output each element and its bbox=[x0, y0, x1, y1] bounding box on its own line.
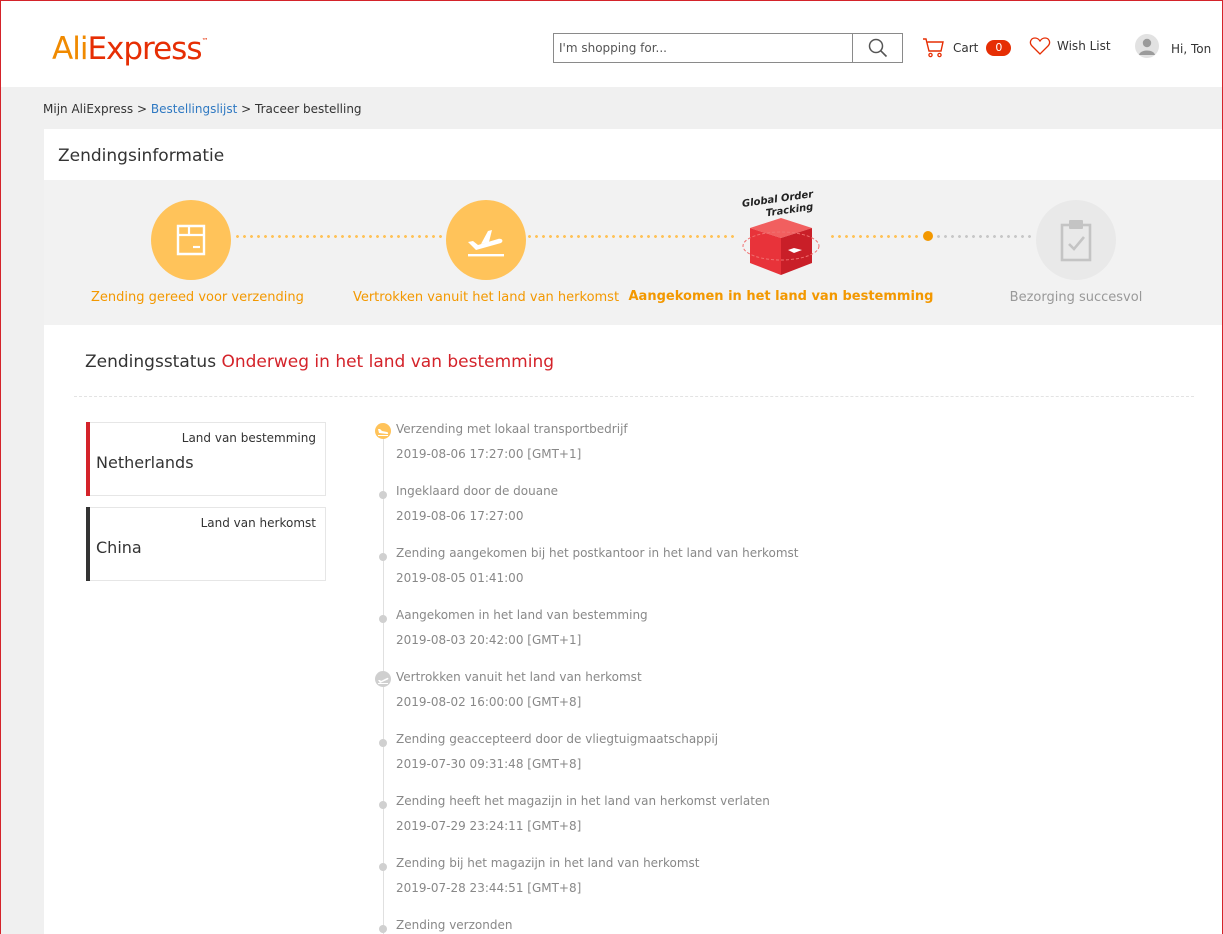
breadcrumb-separator: > bbox=[137, 102, 148, 116]
destination-country-card: Land van bestemming Netherlands bbox=[86, 422, 326, 496]
origin-caption: Land van herkomst bbox=[200, 516, 316, 530]
event-description: Aangekomen in het land van bestemming bbox=[396, 608, 648, 622]
avatar-icon bbox=[1135, 34, 1159, 58]
event-timestamp: 2019-08-05 01:41:00 bbox=[396, 571, 524, 585]
user-account[interactable]: Hi, Ton bbox=[1135, 34, 1211, 58]
wishlist-link[interactable]: Wish List bbox=[1029, 36, 1111, 56]
plane-takeoff-icon bbox=[375, 671, 391, 687]
panel-title: Zendingsinformatie bbox=[58, 146, 225, 166]
breadcrumb: Mijn AliExpress > Bestellingslijst > Tra… bbox=[43, 102, 362, 116]
shipment-panel: Zendingsinformatie Zending gereed voor v… bbox=[44, 129, 1222, 934]
event-timestamp: 2019-07-28 23:44:51 [GMT+8] bbox=[396, 881, 582, 895]
event-timestamp: 2019-08-06 17:27:00 bbox=[396, 509, 524, 523]
event-description: Zending aangekomen bij het postkantoor i… bbox=[396, 546, 799, 560]
search-bar bbox=[553, 33, 903, 63]
logo-ali-text: Ali bbox=[52, 31, 88, 67]
event-description: Vertrokken vanuit het land van herkomst bbox=[396, 670, 642, 684]
wishlist-label: Wish List bbox=[1057, 39, 1111, 53]
cart-label: Cart bbox=[953, 40, 979, 55]
step-1-label: Zending gereed voor verzending bbox=[91, 290, 304, 305]
progress-connector bbox=[234, 235, 446, 238]
divider bbox=[74, 396, 1194, 397]
event-timestamp: 2019-08-03 20:42:00 [GMT+1] bbox=[396, 633, 582, 647]
cart-count-badge: 0 bbox=[986, 39, 1012, 56]
shipment-status: Zendingsstatus Onderweg in het land van … bbox=[85, 352, 554, 372]
timeline-dot bbox=[379, 615, 387, 623]
search-button[interactable] bbox=[852, 34, 902, 62]
event-description: Zending bij het magazijn in het land van… bbox=[396, 856, 700, 870]
status-value: Onderweg in het land van bestemming bbox=[221, 352, 555, 372]
timeline-dot bbox=[379, 925, 387, 933]
trademark-mark: ™ bbox=[201, 37, 209, 45]
destination-caption: Land van bestemming bbox=[181, 431, 316, 445]
step-3-label: Aangekomen in het land van bestemming bbox=[628, 289, 934, 304]
step-2-label: Vertrokken vanuit het land van herkomst bbox=[352, 290, 620, 305]
global-order-tracking-icon: Global Order Tracking bbox=[736, 189, 826, 280]
step-2-circle bbox=[446, 200, 526, 280]
breadcrumb-root[interactable]: Mijn AliExpress bbox=[43, 102, 133, 116]
header: AliExpress™ Cart 0 Wish List H bbox=[1, 1, 1222, 87]
event-timestamp: 2019-07-30 09:31:48 [GMT+8] bbox=[396, 757, 582, 771]
breadcrumb-current: Traceer bestelling bbox=[255, 102, 362, 116]
current-position-dot bbox=[923, 231, 933, 241]
logo-express-text: Express bbox=[87, 31, 202, 67]
timeline-dot bbox=[379, 739, 387, 747]
plane-landing-icon bbox=[375, 423, 391, 439]
plane-departure-icon bbox=[468, 230, 504, 257]
package-icon bbox=[176, 224, 206, 256]
progress-connector-pending bbox=[935, 235, 1035, 238]
shipment-progress: Zending gereed voor verzending Vertrokke… bbox=[44, 180, 1222, 325]
aliexpress-logo[interactable]: AliExpress™ bbox=[52, 31, 209, 67]
timeline-dot bbox=[379, 801, 387, 809]
event-description: Zending heeft het magazijn in het land v… bbox=[396, 794, 770, 808]
event-timestamp: 2019-07-29 23:24:11 [GMT+8] bbox=[396, 819, 582, 833]
user-greeting: Hi, Ton bbox=[1171, 42, 1212, 56]
status-label: Zendingsstatus bbox=[85, 352, 217, 372]
origin-country: China bbox=[96, 538, 142, 557]
event-description: Zending verzonden bbox=[396, 918, 513, 932]
event-description: Zending geaccepteerd door de vliegtuigma… bbox=[396, 732, 719, 746]
breadcrumb-orders-link[interactable]: Bestellingslijst bbox=[151, 102, 237, 116]
clipboard-check-icon bbox=[1060, 220, 1092, 262]
search-input[interactable] bbox=[554, 34, 853, 62]
step-4-label: Bezorging succesvol bbox=[1009, 290, 1143, 305]
heart-icon bbox=[1029, 37, 1051, 55]
progress-connector bbox=[526, 235, 736, 238]
card-accent-bar bbox=[86, 507, 90, 581]
timeline-dot bbox=[379, 491, 387, 499]
search-icon bbox=[868, 38, 887, 58]
event-timestamp: 2019-08-06 17:27:00 [GMT+1] bbox=[396, 447, 582, 461]
destination-country: Netherlands bbox=[96, 453, 194, 472]
event-description: Ingeklaard door de douane bbox=[396, 484, 559, 498]
event-description: Verzending met lokaal transportbedrijf bbox=[396, 422, 628, 436]
step-4-circle bbox=[1036, 200, 1116, 280]
origin-country-card: Land van herkomst China bbox=[86, 507, 326, 581]
timeline-dot bbox=[379, 863, 387, 871]
event-timestamp: 2019-08-02 16:00:00 [GMT+8] bbox=[396, 695, 582, 709]
card-accent-bar bbox=[86, 422, 90, 496]
cart-icon bbox=[923, 38, 944, 58]
step-1-circle bbox=[151, 200, 231, 280]
progress-connector bbox=[829, 235, 921, 238]
breadcrumb-separator: > bbox=[241, 102, 252, 116]
cart-link[interactable]: Cart 0 bbox=[922, 37, 1012, 58]
timeline-dot bbox=[379, 553, 387, 561]
